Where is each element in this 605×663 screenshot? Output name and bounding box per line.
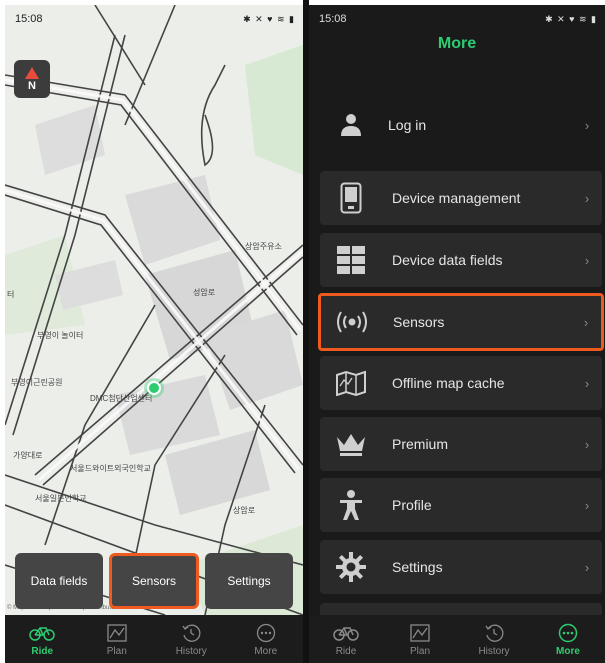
menu-label: Profile	[392, 497, 432, 513]
data-fields-button[interactable]: Data fields	[15, 553, 103, 609]
grid-icon	[320, 233, 382, 287]
bike-icon	[333, 622, 359, 644]
chevron-right-icon: ›	[584, 375, 590, 391]
ride-screen: 15:08 ✱ ✕ ♥ ≋ ▮ N 센터 상암주유소 성암로 부영이 놀이터 부…	[5, 5, 303, 663]
compass-arrow-icon	[25, 66, 39, 79]
chevron-right-icon: ›	[584, 190, 590, 206]
compass-button[interactable]: N	[14, 60, 50, 98]
menu-item-profile[interactable]: Profile ›	[320, 478, 602, 532]
menu-item-settings[interactable]: Settings ›	[320, 540, 602, 594]
status-time: 15:08	[319, 13, 347, 25]
map-label: 서울드와이트외국인학교	[70, 464, 151, 473]
chevron-right-icon: ›	[584, 252, 590, 268]
menu-label: Sensors	[393, 314, 445, 330]
login-row[interactable]: Log in ›	[320, 95, 602, 155]
menu-label: Device management	[392, 190, 521, 206]
chevron-right-icon: ›	[584, 497, 590, 513]
tab-label: Ride	[335, 645, 357, 657]
tab-label: History	[478, 645, 510, 657]
map-label: DMC첨단산업센터	[90, 394, 153, 403]
bottom-tab-bar: Ride Plan History More	[309, 615, 605, 663]
tab-more[interactable]: More	[531, 615, 605, 663]
status-bar: 15:08 ✱ ✕ ♥ ≋ ▮	[5, 5, 303, 33]
gear-icon	[320, 540, 382, 594]
menu-item-offline-map-cache[interactable]: Offline map cache ›	[320, 356, 602, 410]
more-screen: 15:08 ✱ ✕ ♥ ≋ ▮ More Log in › Device man…	[309, 5, 605, 663]
menu-item-sensors[interactable]: Sensors ›	[318, 293, 604, 351]
chevron-right-icon: ›	[584, 117, 590, 133]
map-label: 상암로	[233, 506, 256, 515]
map-label: 부영이근린공원	[11, 378, 63, 387]
menu-label: Offline map cache	[392, 375, 505, 391]
menu-item-device-data-fields[interactable]: Device data fields ›	[320, 233, 602, 287]
history-icon	[484, 622, 504, 644]
menu-label: Device data fields	[392, 252, 503, 268]
menu-item-device-management[interactable]: Device management ›	[320, 171, 602, 225]
login-label: Log in	[388, 117, 427, 133]
map-label: 서울일본인학교	[35, 494, 87, 503]
sensors-button[interactable]: Sensors	[109, 553, 199, 609]
status-time: 15:08	[15, 13, 43, 25]
status-icons: ✱ ✕ ♥ ≋ ▮	[545, 13, 597, 24]
map-view[interactable]	[5, 5, 303, 615]
map-label: 성암로	[193, 288, 216, 297]
tab-label: Plan	[409, 645, 430, 657]
status-icons: ✱ ✕ ♥ ≋ ▮	[243, 13, 295, 24]
tab-plan[interactable]: Plan	[383, 615, 457, 663]
crown-icon	[320, 417, 382, 471]
chevron-right-icon: ›	[584, 559, 590, 575]
tab-ride[interactable]: Ride	[309, 615, 383, 663]
compass-north-label: N	[28, 79, 36, 92]
chevron-right-icon: ›	[584, 436, 590, 452]
tab-label: More	[254, 645, 278, 657]
settings-button[interactable]: Settings	[205, 553, 293, 609]
tab-label: More	[556, 645, 580, 657]
person-icon	[320, 113, 382, 137]
device-icon	[320, 171, 382, 225]
page-title: More	[437, 35, 477, 52]
tab-ride[interactable]: Ride	[5, 615, 80, 663]
tab-history[interactable]: History	[457, 615, 531, 663]
bottom-tab-bar: Ride Plan History More	[5, 615, 303, 663]
tab-label: Plan	[106, 645, 127, 657]
chevron-right-icon: ›	[583, 314, 589, 330]
menu-label: Premium	[392, 436, 449, 452]
tab-label: Ride	[31, 645, 54, 657]
current-location-marker	[147, 381, 161, 395]
map-label: 가양대로	[13, 451, 43, 460]
map-label: 부영이 놀이터	[37, 331, 84, 340]
menu-label: Settings	[392, 559, 443, 575]
tab-label: History	[175, 645, 207, 657]
map-label: 상암주유소	[245, 242, 282, 251]
ride-quick-buttons: Data fields Sensors Settings	[13, 553, 295, 609]
map-icon	[410, 622, 430, 644]
tab-history[interactable]: History	[154, 615, 229, 663]
sensor-icon	[321, 296, 383, 348]
menu-item-premium[interactable]: Premium ›	[320, 417, 602, 471]
offline-map-icon	[320, 356, 382, 410]
map-icon	[107, 622, 127, 644]
history-icon	[181, 622, 201, 644]
more-icon	[558, 622, 578, 644]
tab-plan[interactable]: Plan	[80, 615, 155, 663]
tab-more[interactable]: More	[229, 615, 304, 663]
status-bar: 15:08 ✱ ✕ ♥ ≋ ▮	[309, 5, 605, 33]
bike-icon	[29, 622, 55, 644]
map-label: 터	[7, 290, 15, 299]
more-icon	[256, 622, 276, 644]
person-icon	[320, 478, 382, 532]
